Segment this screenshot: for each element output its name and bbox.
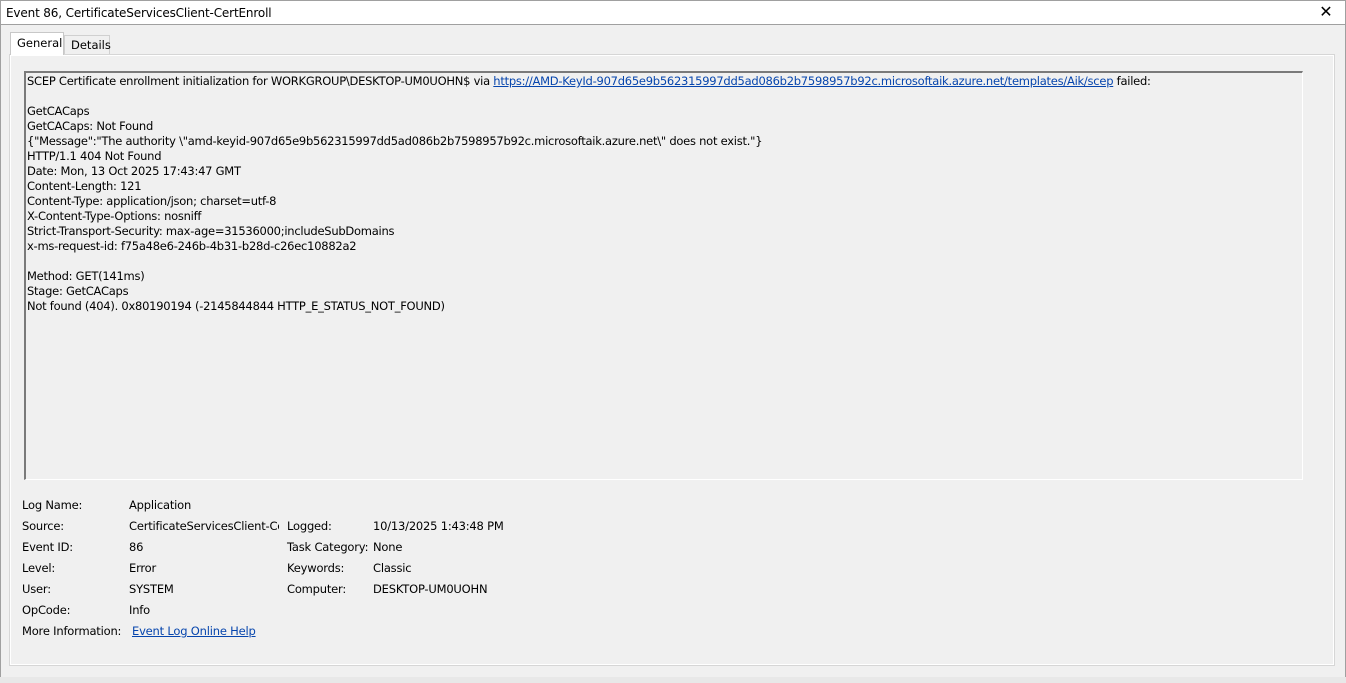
- event-log-online-help-link[interactable]: Event Log Online Help: [132, 624, 256, 638]
- bottom-edge: [0, 677, 1346, 683]
- logged-label: Logged:: [287, 519, 332, 533]
- message-line: Method: GET(141ms): [27, 269, 145, 283]
- keywords-value: Classic: [373, 561, 412, 575]
- window-title: Event 86, CertificateServicesClient-Cert…: [6, 6, 272, 20]
- description-prefix: SCEP Certificate enrollment initializati…: [27, 74, 494, 88]
- more-information-label: More Information:: [22, 624, 122, 638]
- message-line: GetCACaps: [27, 104, 90, 118]
- event-id-value: 86: [129, 540, 144, 554]
- event-id-label: Event ID:: [22, 540, 73, 554]
- task-category-value: None: [373, 540, 403, 554]
- source-value: CertificateServicesClient-Cer: [129, 519, 279, 533]
- message-line: Not found (404). 0x80190194 (-2145844844…: [27, 299, 445, 313]
- close-icon[interactable]: ✕: [1317, 3, 1335, 21]
- user-label: User:: [22, 582, 51, 596]
- logged-value: 10/13/2025 1:43:48 PM: [373, 519, 504, 533]
- event-properties-window: Event 86, CertificateServicesClient-Cert…: [0, 0, 1346, 683]
- message-line: {"Message":"The authority \"amd-keyid-90…: [27, 134, 763, 148]
- title-bar[interactable]: Event 86, CertificateServicesClient-Cert…: [1, 1, 1345, 25]
- task-category-label: Task Category:: [287, 540, 369, 554]
- message-line: Stage: GetCACaps: [27, 284, 129, 298]
- description-line: SCEP Certificate enrollment initializati…: [27, 74, 1151, 89]
- message-line: Content-Type: application/json; charset=…: [27, 194, 277, 208]
- computer-label: Computer:: [287, 582, 347, 596]
- tab-details[interactable]: Details: [64, 35, 111, 54]
- message-line: Strict-Transport-Security: max-age=31536…: [27, 224, 395, 238]
- tab-general[interactable]: General: [10, 32, 64, 55]
- message-line: X-Content-Type-Options: nosniff: [27, 209, 202, 223]
- level-value: Error: [129, 561, 157, 575]
- level-label: Level:: [22, 561, 56, 575]
- message-line: x-ms-request-id: f75a48e6-246b-4b31-b28d…: [27, 239, 357, 253]
- scep-url-link[interactable]: https://AMD-KeyId-907d65e9b562315997dd5a…: [493, 74, 1113, 88]
- opcode-label: OpCode:: [22, 603, 71, 617]
- message-line: Content-Length: 121: [27, 179, 142, 193]
- log-name-label: Log Name:: [22, 498, 83, 512]
- keywords-label: Keywords:: [287, 561, 345, 575]
- log-name-value: Application: [129, 498, 192, 512]
- message-line: Date: Mon, 13 Oct 2025 17:43:47 GMT: [27, 164, 241, 178]
- user-value: SYSTEM: [129, 582, 174, 596]
- description-suffix: failed:: [1113, 74, 1151, 88]
- event-description-box[interactable]: SCEP Certificate enrollment initializati…: [24, 71, 1303, 480]
- computer-value: DESKTOP-UM0UOHN: [373, 582, 488, 596]
- general-tab-panel: SCEP Certificate enrollment initializati…: [9, 54, 1335, 666]
- source-label: Source:: [22, 519, 64, 533]
- message-line: HTTP/1.1 404 Not Found: [27, 149, 162, 163]
- opcode-value: Info: [129, 603, 150, 617]
- message-line: GetCACaps: Not Found: [27, 119, 154, 133]
